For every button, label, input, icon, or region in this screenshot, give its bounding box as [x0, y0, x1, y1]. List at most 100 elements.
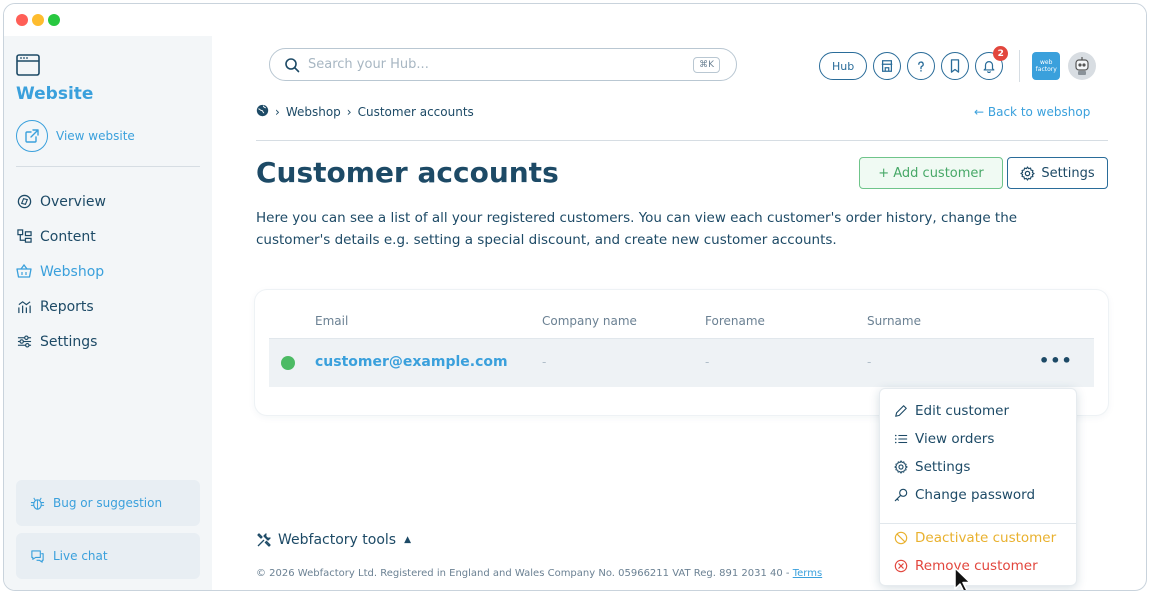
bug-suggestion-label: Bug or suggestion — [53, 496, 163, 510]
sidebar-nav: Overview Content Webshop Reports Setting… — [16, 184, 206, 359]
sidebar-item-label: Content — [40, 228, 96, 245]
menu-item-edit-customer[interactable]: Edit customer — [894, 400, 1009, 422]
question-icon — [918, 61, 925, 72]
column-header-company[interactable]: Company name — [542, 314, 637, 328]
gear-icon — [1020, 165, 1035, 181]
menu-item-deactivate-customer[interactable]: Deactivate customer — [894, 527, 1056, 549]
sidebar-item-webshop[interactable]: Webshop — [16, 254, 206, 289]
bug-suggestion-button[interactable]: Bug or suggestion — [16, 480, 200, 526]
live-chat-button[interactable]: Live chat — [16, 533, 200, 579]
webfactory-logo[interactable]: web factory — [1032, 52, 1061, 80]
column-header-forename[interactable]: Forename — [705, 314, 765, 328]
title-bar — [4, 4, 1146, 36]
settings-button-label: Settings — [1041, 165, 1095, 181]
row-actions-button[interactable]: ••• — [1039, 351, 1072, 375]
menu-item-label: Settings — [915, 459, 971, 475]
store-icon — [881, 60, 893, 72]
footer-copyright: © 2026 Webfactory Ltd. Registered in Eng… — [256, 568, 881, 579]
browser-window-icon — [16, 54, 40, 76]
column-header-email[interactable]: Email — [315, 314, 348, 328]
pencil-icon — [894, 404, 910, 418]
sidebar-item-label: Reports — [40, 298, 94, 315]
settings-button[interactable]: Settings — [1007, 157, 1108, 189]
user-avatar[interactable] — [1068, 52, 1097, 80]
bell-icon — [983, 61, 995, 73]
bookmark-icon — [951, 59, 960, 73]
gear-icon — [894, 460, 910, 474]
webfactory-tools-label: Webfactory tools — [278, 532, 397, 548]
terms-link[interactable]: Terms — [793, 568, 822, 579]
search-shortcut-hint: ⌘K — [693, 57, 720, 73]
breadcrumb: › Webshop › Customer accounts — [256, 104, 474, 120]
cell-surname: - — [867, 355, 872, 369]
close-window-button[interactable] — [16, 14, 28, 26]
sidebar-item-label: Settings — [40, 333, 98, 350]
menu-item-view-orders[interactable]: View orders — [894, 428, 994, 450]
help-button[interactable] — [907, 52, 936, 80]
search-icon — [285, 57, 300, 72]
menu-divider — [880, 523, 1076, 524]
store-button[interactable] — [873, 52, 902, 80]
globe-icon[interactable] — [256, 104, 269, 120]
chat-icon — [30, 549, 45, 564]
tools-icon — [256, 532, 272, 548]
sidebar: Website View website Overview Content We… — [4, 36, 212, 590]
reports-icon — [16, 299, 32, 315]
breadcrumb-item-webshop[interactable]: Webshop — [286, 105, 341, 119]
menu-item-label: Remove customer — [915, 558, 1038, 574]
page-description: Here you can see a list of all your regi… — [256, 210, 1018, 248]
add-customer-button[interactable]: + Add customer — [859, 157, 1003, 189]
menu-item-change-password[interactable]: Change password — [894, 484, 1035, 506]
table-row[interactable]: customer@example.com - - - ••• — [269, 339, 1094, 387]
hub-button[interactable]: Hub — [819, 52, 868, 80]
view-website-label: View website — [56, 129, 135, 143]
list-icon — [894, 432, 910, 446]
maximize-window-button[interactable] — [48, 14, 60, 26]
menu-item-label: Change password — [915, 487, 1036, 503]
overview-icon — [16, 194, 32, 210]
active-status-dot — [281, 356, 295, 370]
page-title: Customer accounts — [256, 156, 559, 189]
external-link-icon — [16, 120, 48, 152]
search-input[interactable] — [308, 57, 678, 72]
app-window: Website View website Overview Content We… — [3, 3, 1147, 591]
minimize-window-button[interactable] — [32, 14, 44, 26]
menu-item-settings[interactable]: Settings — [894, 456, 970, 478]
ban-icon — [894, 531, 910, 545]
bug-icon — [30, 496, 45, 511]
cell-company: - — [542, 355, 547, 369]
site-title: Website — [16, 84, 94, 104]
remove-icon — [894, 559, 910, 573]
key-icon — [894, 488, 910, 502]
row-actions-menu: Edit customer View orders Settings Chang… — [879, 388, 1077, 586]
sidebar-item-content[interactable]: Content — [16, 219, 206, 254]
basket-icon — [16, 264, 32, 280]
menu-item-label: Edit customer — [915, 403, 1010, 419]
breadcrumb-item-current: Customer accounts — [357, 105, 474, 119]
notification-badge: 2 — [993, 46, 1009, 61]
sidebar-item-reports[interactable]: Reports — [16, 289, 206, 324]
column-header-surname[interactable]: Surname — [867, 314, 921, 328]
breadcrumb-separator: › — [275, 105, 280, 119]
notifications-button[interactable]: 2 — [975, 46, 1009, 80]
cell-forename: - — [705, 355, 710, 369]
robot-avatar-icon — [1075, 57, 1089, 75]
webfactory-tools-toggle[interactable]: Webfactory tools ▲ — [256, 532, 411, 548]
sidebar-item-label: Webshop — [40, 263, 105, 280]
sidebar-item-settings[interactable]: Settings — [16, 324, 206, 359]
bookmarks-button[interactable] — [941, 52, 970, 80]
copyright-text: © 2026 Webfactory Ltd. Registered in Eng… — [256, 568, 793, 579]
view-website-link[interactable]: View website — [16, 120, 135, 152]
mouse-cursor-icon — [954, 567, 971, 590]
search-bar[interactable]: ⌘K — [269, 48, 737, 81]
settings-sliders-icon — [16, 334, 32, 350]
customer-email-link[interactable]: customer@example.com — [315, 354, 508, 370]
menu-item-label: View orders — [915, 431, 995, 447]
live-chat-label: Live chat — [53, 549, 108, 563]
header-divider — [1019, 50, 1021, 82]
content-icon — [16, 229, 32, 245]
sidebar-divider — [16, 166, 200, 167]
back-to-webshop-link[interactable]: ← Back to webshop — [974, 105, 1090, 119]
breadcrumb-separator: › — [346, 105, 352, 119]
sidebar-item-overview[interactable]: Overview — [16, 184, 206, 219]
